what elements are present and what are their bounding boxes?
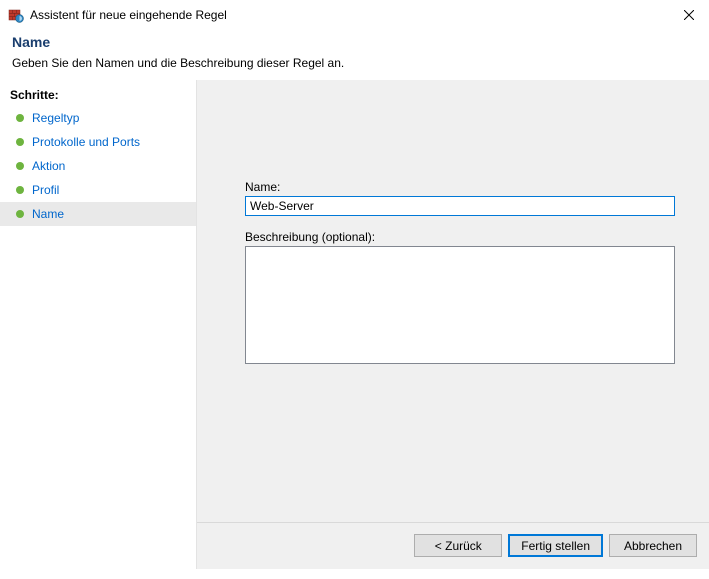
step-label: Aktion	[32, 158, 65, 174]
close-icon	[684, 10, 694, 20]
step-bullet-icon	[16, 114, 24, 122]
window-title: Assistent für neue eingehende Regel	[30, 8, 227, 22]
titlebar: Assistent für neue eingehende Regel	[0, 0, 709, 30]
button-divider	[197, 522, 709, 523]
name-input[interactable]	[245, 196, 675, 216]
finish-button[interactable]: Fertig stellen	[508, 534, 603, 557]
cancel-button[interactable]: Abbrechen	[609, 534, 697, 557]
step-label: Protokolle und Ports	[32, 134, 140, 150]
steps-sidebar: Schritte: Regeltyp Protokolle und Ports …	[0, 80, 196, 569]
step-profil[interactable]: Profil	[0, 178, 196, 202]
step-name[interactable]: Name	[0, 202, 196, 226]
wizard-header: Name Geben Sie den Namen und die Beschre…	[0, 30, 709, 80]
step-regeltyp[interactable]: Regeltyp	[0, 106, 196, 130]
step-bullet-icon	[16, 162, 24, 170]
name-label: Name:	[245, 180, 681, 194]
step-label: Name	[32, 206, 64, 222]
wizard-buttons: < Zurück Fertig stellen Abbrechen	[414, 534, 697, 557]
step-label: Profil	[32, 182, 59, 198]
step-protokolle-ports[interactable]: Protokolle und Ports	[0, 130, 196, 154]
description-input[interactable]	[245, 246, 675, 364]
step-bullet-icon	[16, 138, 24, 146]
step-bullet-icon	[16, 186, 24, 194]
page-subtitle: Geben Sie den Namen und die Beschreibung…	[12, 56, 697, 70]
steps-heading: Schritte:	[0, 86, 196, 106]
firewall-icon	[8, 7, 24, 23]
description-label: Beschreibung (optional):	[245, 230, 681, 244]
back-button[interactable]: < Zurück	[414, 534, 502, 557]
main-panel: Name: Beschreibung (optional): < Zurück …	[196, 80, 709, 569]
step-aktion[interactable]: Aktion	[0, 154, 196, 178]
close-button[interactable]	[669, 0, 709, 30]
step-bullet-icon	[16, 210, 24, 218]
page-heading: Name	[12, 34, 697, 50]
step-label: Regeltyp	[32, 110, 79, 126]
